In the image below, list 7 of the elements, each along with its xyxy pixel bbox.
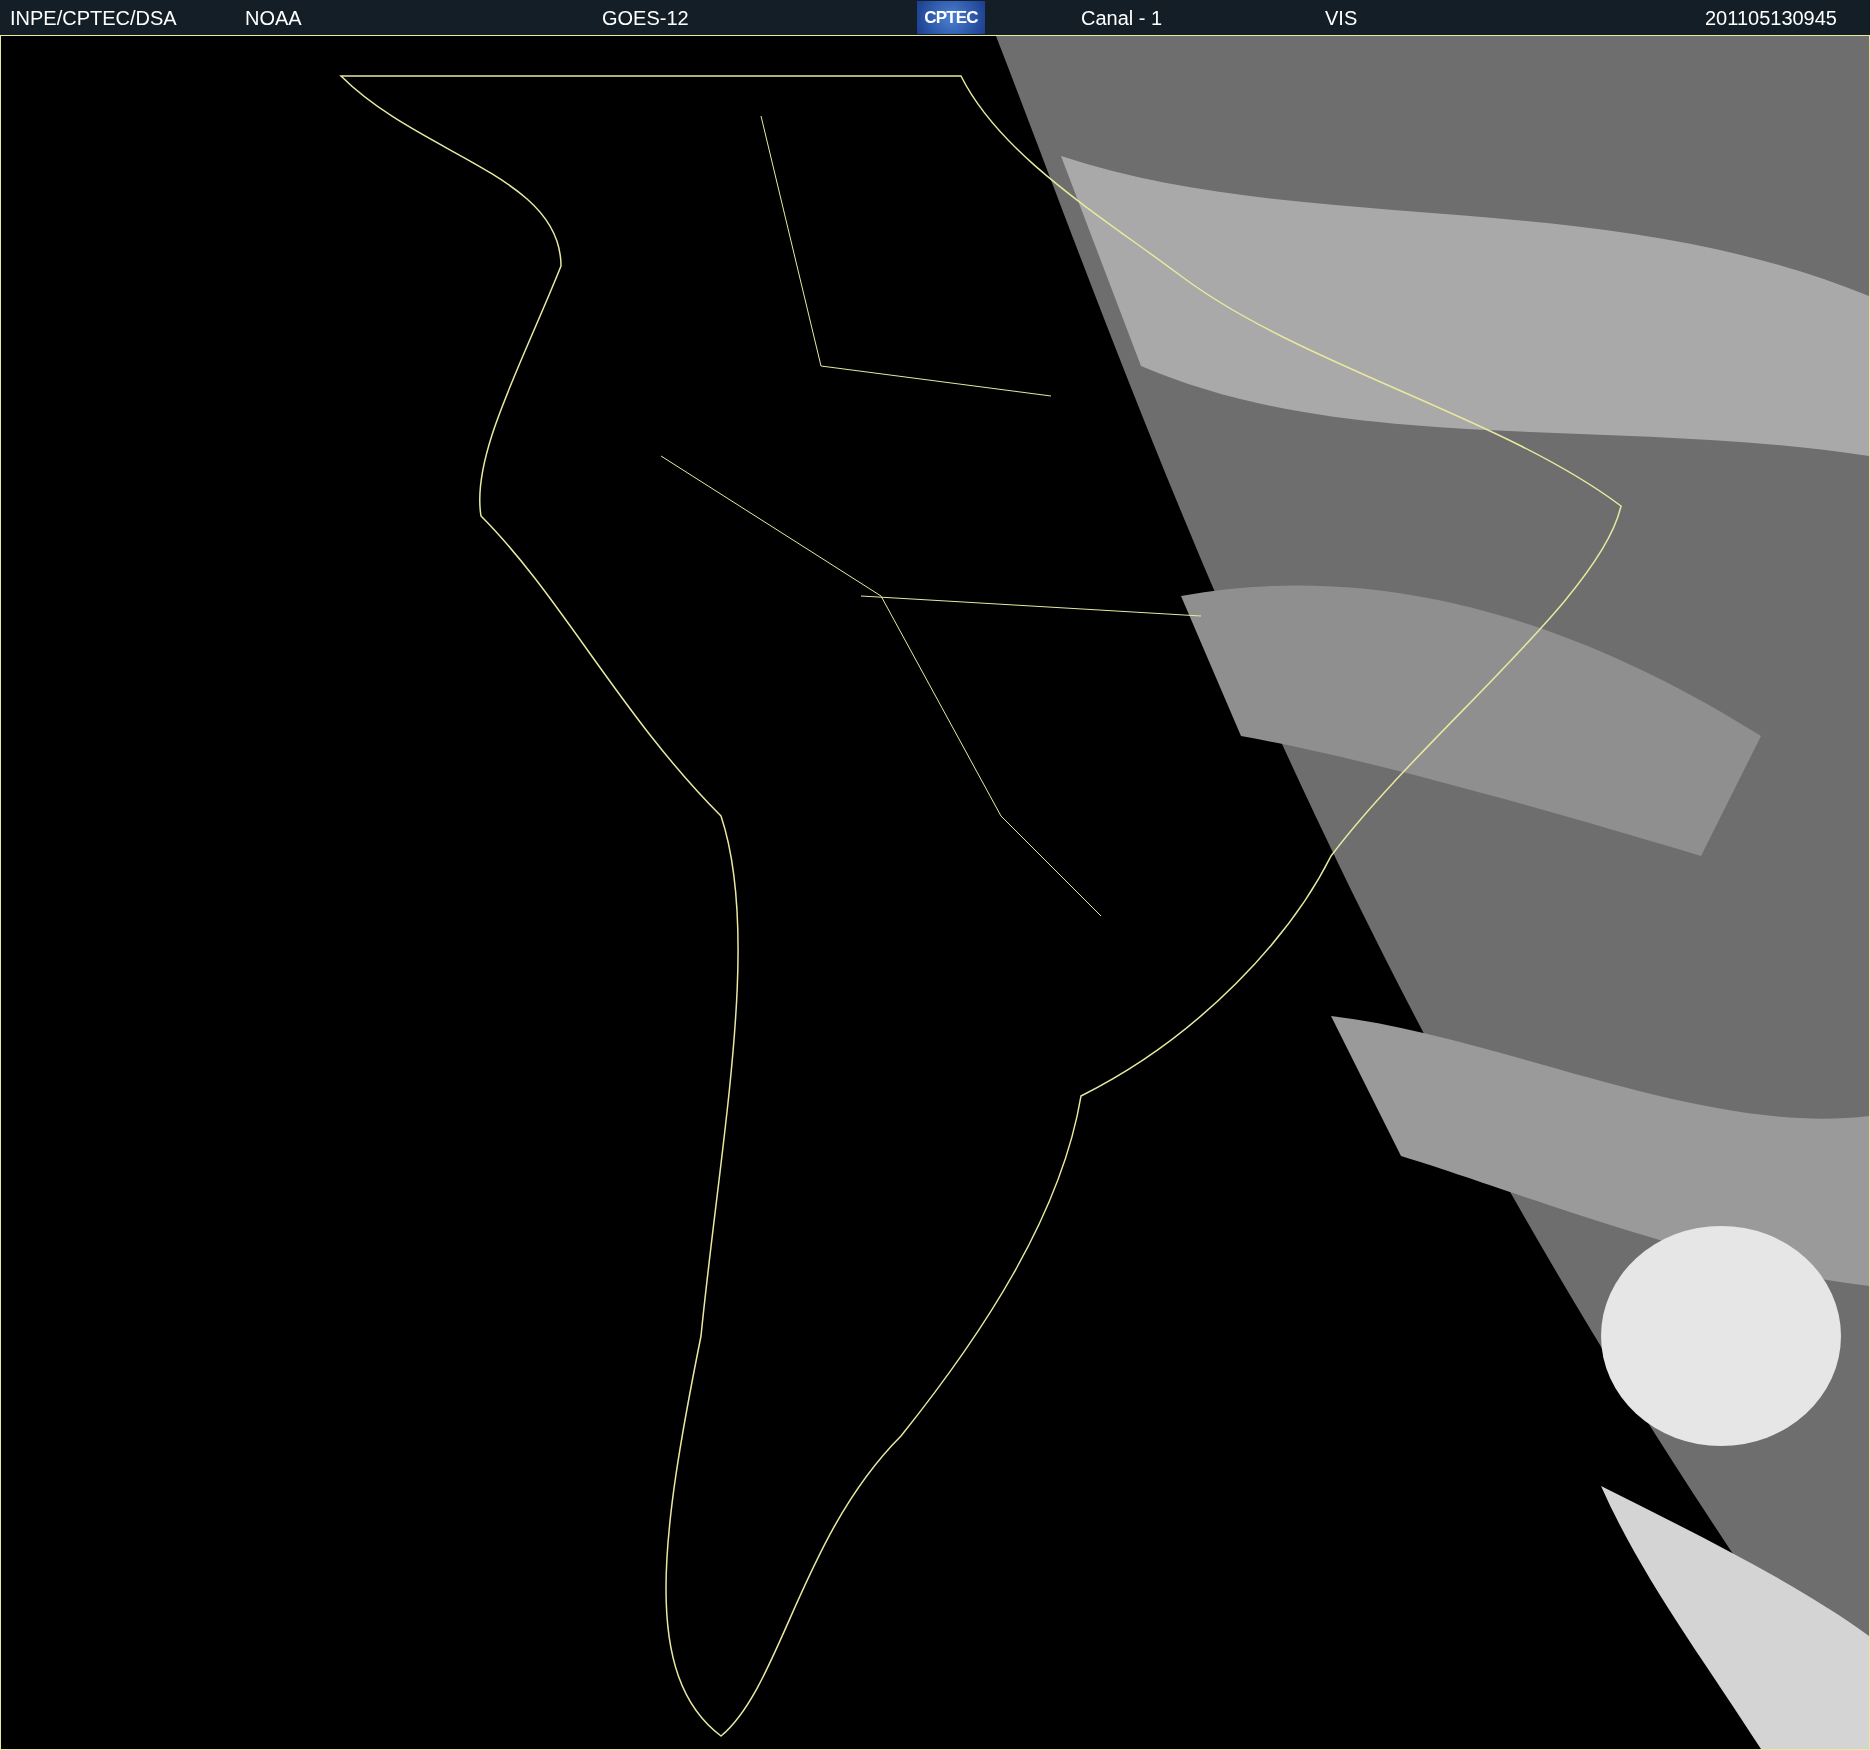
timestamp-label: 201105130945 xyxy=(1705,5,1837,31)
satellite-label: GOES-12 xyxy=(602,5,690,31)
logo: CPTEC xyxy=(917,1,985,34)
agency-label: NOAA xyxy=(245,5,303,31)
source-label: INPE/CPTEC/DSA xyxy=(10,5,178,31)
channel-label: Canal - 1 xyxy=(1081,5,1164,31)
band-label: VIS xyxy=(1325,5,1359,31)
